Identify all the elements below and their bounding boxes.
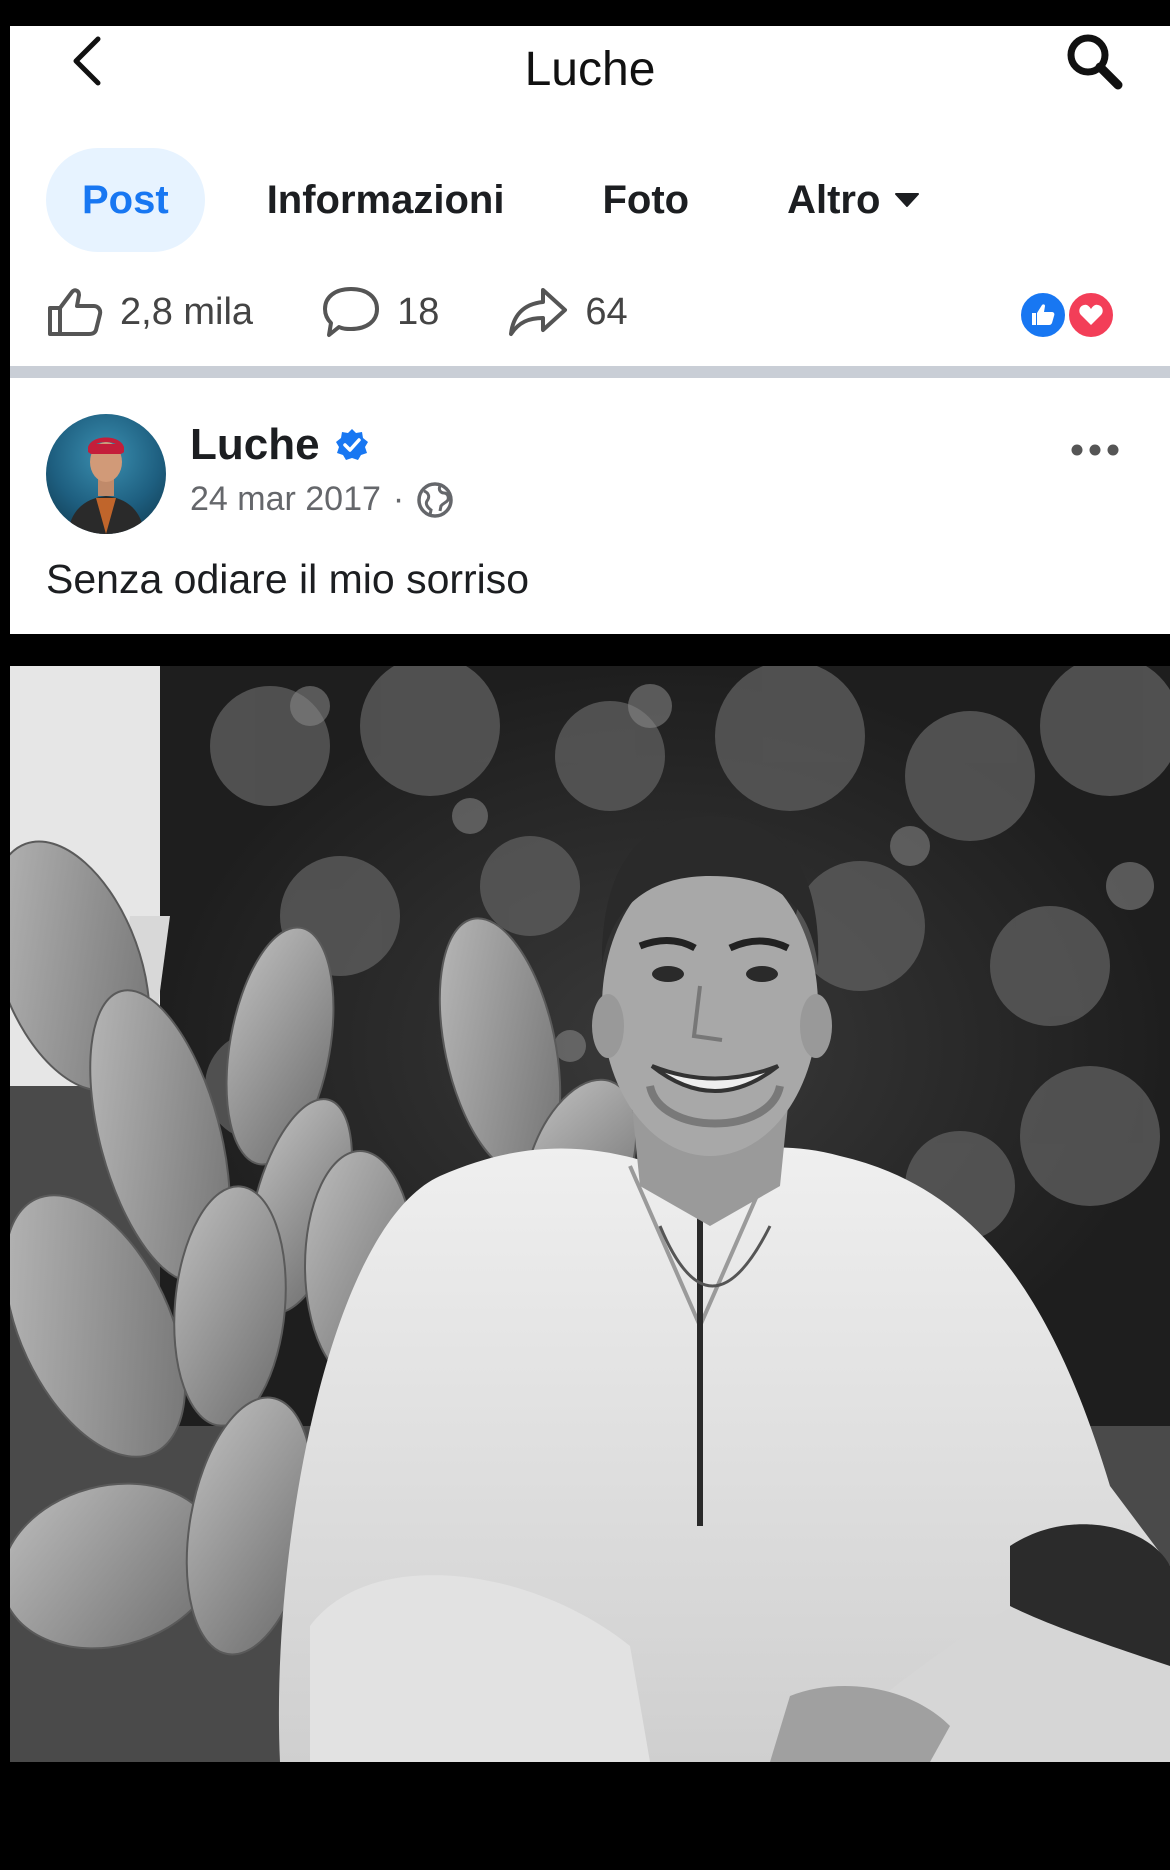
- verified-badge-icon: [335, 429, 368, 460]
- search-button[interactable]: [1054, 26, 1134, 96]
- share-icon: [509, 288, 568, 336]
- search-icon: [1067, 34, 1123, 90]
- thumbs-up-icon: [48, 288, 103, 336]
- avatar[interactable]: [46, 414, 166, 534]
- page-title: Luche: [524, 43, 656, 96]
- tab-informazioni[interactable]: Informazioni: [231, 148, 541, 252]
- likes-count: 2,8 mila: [120, 290, 254, 333]
- share-button[interactable]: 64: [507, 286, 628, 338]
- engagement-stats: 2,8 mila 18 64: [46, 272, 1146, 352]
- tab-post[interactable]: Post: [46, 148, 205, 252]
- caret-down-icon: [895, 193, 920, 207]
- tab-foto[interactable]: Foto: [566, 148, 725, 252]
- post-author[interactable]: Luche: [190, 420, 370, 470]
- post-text: Senza odiare il mio sorriso: [46, 556, 530, 602]
- more-horizontal-icon: [1071, 444, 1119, 456]
- like-reaction-icon: [1018, 290, 1068, 340]
- tab-altro-label: Altro: [787, 177, 881, 222]
- tab-altro[interactable]: Altro: [751, 148, 956, 252]
- profile-tabs: Post Informazioni Foto Altro: [46, 148, 956, 252]
- comments-count: 18: [397, 290, 440, 333]
- more-options-button[interactable]: [1060, 430, 1130, 470]
- comment-button[interactable]: 18: [321, 285, 439, 339]
- screen: Luche Post Informazioni Foto Altro 2,8 m…: [0, 0, 1170, 1870]
- heart-reaction-icon: [1066, 290, 1116, 340]
- section-divider: [10, 366, 1170, 378]
- post-photo[interactable]: [10, 666, 1170, 1762]
- tab-foto-label: Foto: [602, 177, 690, 222]
- reaction-summary[interactable]: [1018, 290, 1128, 342]
- post-date: 24 mar 2017: [190, 480, 381, 518]
- post-author-name: Luche: [190, 420, 320, 469]
- shares-count: 64: [585, 290, 628, 333]
- tab-informazioni-label: Informazioni: [266, 177, 505, 222]
- app-panel: Luche Post Informazioni Foto Altro 2,8 m…: [10, 26, 1170, 634]
- like-button[interactable]: 2,8 mila: [46, 286, 253, 338]
- post-meta: 24 mar 2017 ·: [190, 480, 454, 519]
- tab-post-label: Post: [82, 177, 169, 222]
- meta-separator: ·: [392, 480, 405, 518]
- globe-icon: [417, 481, 453, 518]
- top-bar: Luche: [10, 26, 1170, 110]
- comment-icon: [323, 287, 380, 337]
